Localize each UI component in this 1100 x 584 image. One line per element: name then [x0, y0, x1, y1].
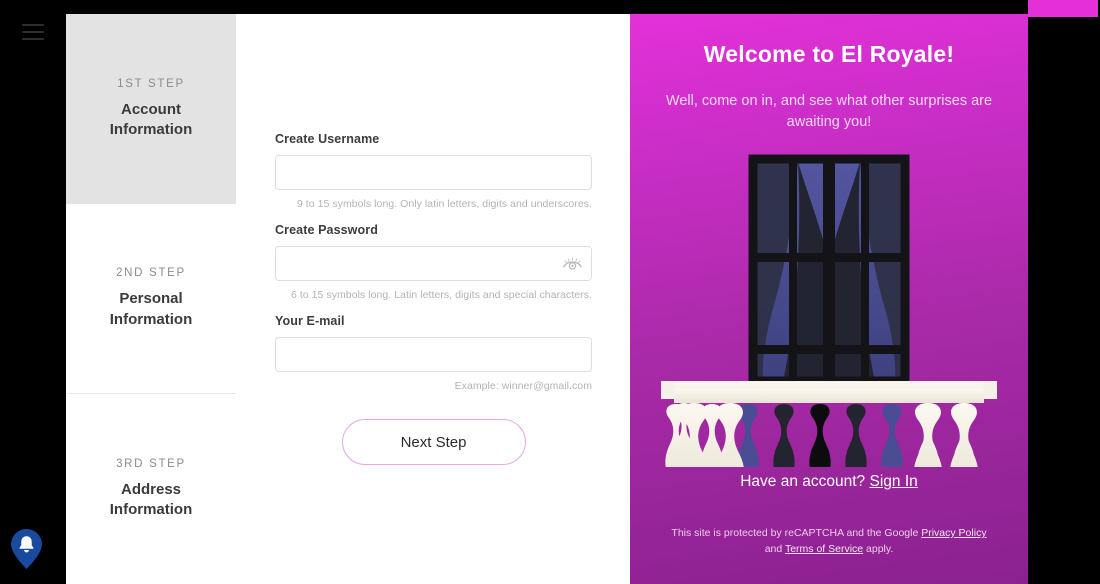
step-title-line1: Personal — [119, 290, 183, 308]
recaptcha-legal: This site is protected by reCAPTCHA and … — [630, 525, 1028, 558]
hamburger-bar — [22, 31, 44, 33]
username-field-group: Create Username 9 to 15 symbols long. On… — [275, 132, 592, 210]
eye-icon[interactable] — [561, 255, 583, 273]
privacy-policy-link[interactable]: Privacy Policy — [921, 527, 986, 539]
hamburger-bar — [22, 38, 44, 40]
password-field-group: Create Password 6 to 15 symbols long. La… — [275, 223, 592, 301]
next-step-button[interactable]: Next Step — [341, 419, 526, 465]
email-hint: Example: winner@gmail.com — [454, 380, 592, 392]
signin-prefix: Have an account? — [740, 473, 870, 490]
step-title-line2: Information — [109, 501, 193, 519]
account-form: Create Username 9 to 15 symbols long. On… — [236, 14, 630, 584]
hamburger-bar — [22, 24, 44, 26]
hamburger-menu-icon[interactable] — [22, 24, 44, 40]
step-title: Address Information — [110, 480, 193, 521]
username-hint: 9 to 15 symbols long. Only latin letters… — [296, 198, 592, 210]
promo-title: Welcome to El Royale! — [703, 41, 955, 67]
registration-page: 1ST STEP Account Information 2ND STEP Pe… — [66, 14, 1028, 584]
step-title-line1: Account — [121, 100, 181, 118]
terms-of-service-link[interactable]: Terms of Service — [785, 543, 863, 555]
screen: 1ST STEP Account Information 2ND STEP Pe… — [0, 0, 1100, 584]
username-label: Create Username — [275, 132, 380, 146]
steps-sidebar: 1ST STEP Account Information 2ND STEP Pe… — [66, 14, 236, 584]
step-kicker: 3RD STEP — [116, 457, 186, 470]
sidebar-step-personal[interactable]: 2ND STEP Personal Information — [66, 203, 236, 395]
bell-pin-icon[interactable] — [11, 529, 42, 569]
sign-in-link[interactable]: Sign In — [870, 473, 918, 490]
email-field-group: Your E-mail Example: winner@gmail.com — [275, 314, 592, 392]
legal-prefix: This site is protected by reCAPTCHA and … — [671, 527, 922, 539]
legal-suffix: apply. — [863, 543, 894, 556]
promo-subtitle: Well, come on in, and see what other sur… — [665, 93, 993, 130]
password-input[interactable] — [275, 246, 592, 281]
promo-panel: Welcome to El Royale! Well, come on in, … — [630, 14, 1028, 584]
step-kicker: 2ND STEP — [116, 267, 186, 280]
step-title: Account Information — [110, 100, 193, 141]
signin-prompt: Have an account? Sign In — [630, 473, 1028, 491]
sidebar-step-address[interactable]: 3RD STEP Address Information — [66, 394, 236, 584]
step-title-line2: Information — [109, 120, 193, 138]
legal-mid: and — [764, 543, 785, 556]
step-title-line2: Information — [109, 310, 193, 328]
password-hint: 6 to 15 symbols long. Latin letters, dig… — [290, 289, 592, 301]
step-kicker: 1ST STEP — [117, 77, 185, 90]
sidebar-step-account[interactable]: 1ST STEP Account Information — [66, 14, 236, 204]
edge-strip-top — [1028, 0, 1098, 17]
balcony-window-illustration — [630, 145, 1028, 542]
username-input[interactable] — [275, 155, 592, 190]
password-label: Create Password — [275, 223, 378, 237]
email-label: Your E-mail — [275, 314, 345, 328]
step-title: Personal Information — [110, 289, 193, 330]
step-title-line1: Address — [120, 480, 182, 498]
email-input[interactable] — [275, 337, 592, 372]
